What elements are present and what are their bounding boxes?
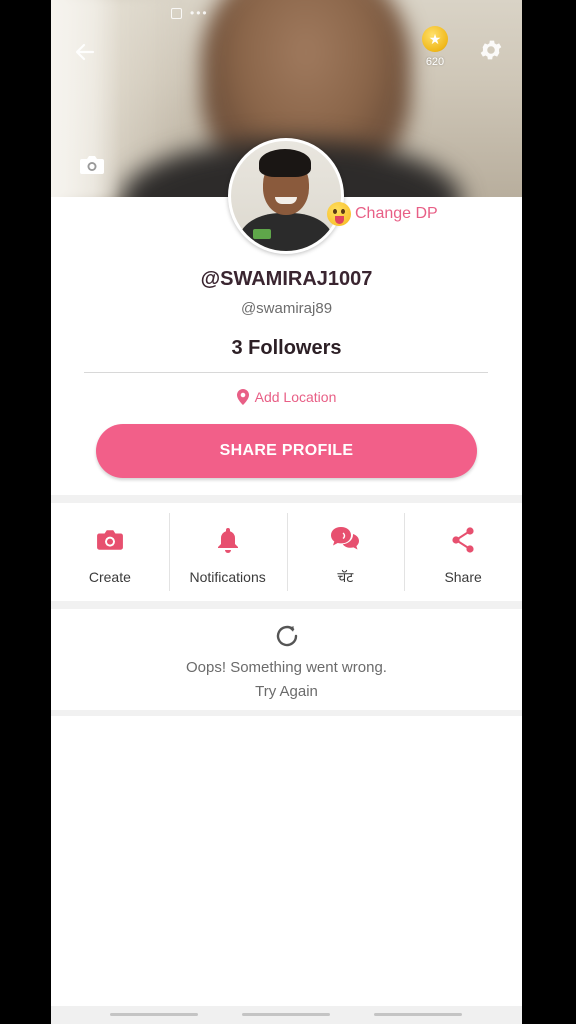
back-arrow-icon <box>75 43 95 61</box>
nav-handle <box>110 1013 198 1016</box>
chat-button[interactable]: चॅट <box>286 505 405 601</box>
bell-icon <box>217 528 238 553</box>
location-pin-icon <box>236 389 249 405</box>
add-location-button[interactable]: Add Location <box>51 389 522 405</box>
share-button[interactable]: Share <box>404 505 522 601</box>
change-dp-button[interactable]: Change DP <box>327 202 438 226</box>
try-again-button[interactable]: Try Again <box>51 683 522 700</box>
followers-count[interactable]: 3 Followers <box>51 337 522 360</box>
error-panel: Oops! Something went wrong. Try Again <box>51 609 522 710</box>
action-bar: Create Notifications चॅट Share <box>51 505 522 601</box>
divider <box>84 372 488 373</box>
camera-icon <box>96 530 123 550</box>
change-dp-label: Change DP <box>355 205 438 222</box>
create-button[interactable]: Create <box>51 505 169 601</box>
chat-label: चॅट <box>337 568 354 585</box>
section-divider <box>51 495 522 503</box>
change-cover-button[interactable] <box>79 154 105 176</box>
avatar-photo <box>231 141 341 251</box>
profile-avatar[interactable] <box>228 138 344 254</box>
create-label: Create <box>88 569 131 585</box>
back-button[interactable] <box>69 36 101 68</box>
settings-button[interactable] <box>475 34 507 66</box>
tongue-emoji-icon <box>327 202 351 226</box>
chat-icon <box>331 526 360 549</box>
coin-icon: ★ <box>422 26 448 52</box>
share-profile-button[interactable]: SHARE PROFILE <box>96 424 477 478</box>
error-message: Oops! Something went wrong. <box>186 659 387 676</box>
status-bar-icons: ••• <box>171 6 209 20</box>
add-location-label: Add Location <box>254 389 337 405</box>
section-divider <box>51 710 522 716</box>
profile-screen: ••• ★ 620 Change DP @SWAMIRAJ1007 @swami… <box>51 0 522 1024</box>
share-icon <box>452 527 474 553</box>
notifications-label: Notifications <box>189 569 266 585</box>
profile-username: @SWAMIRAJ1007 <box>200 268 373 290</box>
camera-icon <box>80 156 104 174</box>
refresh-icon[interactable] <box>272 621 302 651</box>
coin-count: 620 <box>425 56 445 68</box>
share-label: Share <box>444 569 482 585</box>
section-divider <box>51 601 522 609</box>
gear-icon <box>480 40 502 60</box>
notifications-button[interactable]: Notifications <box>168 505 287 601</box>
coin-balance[interactable]: ★ 620 <box>417 26 453 68</box>
nav-handle <box>374 1013 462 1016</box>
profile-handle: @swamiraj89 <box>240 300 333 317</box>
nav-handle <box>242 1013 330 1016</box>
